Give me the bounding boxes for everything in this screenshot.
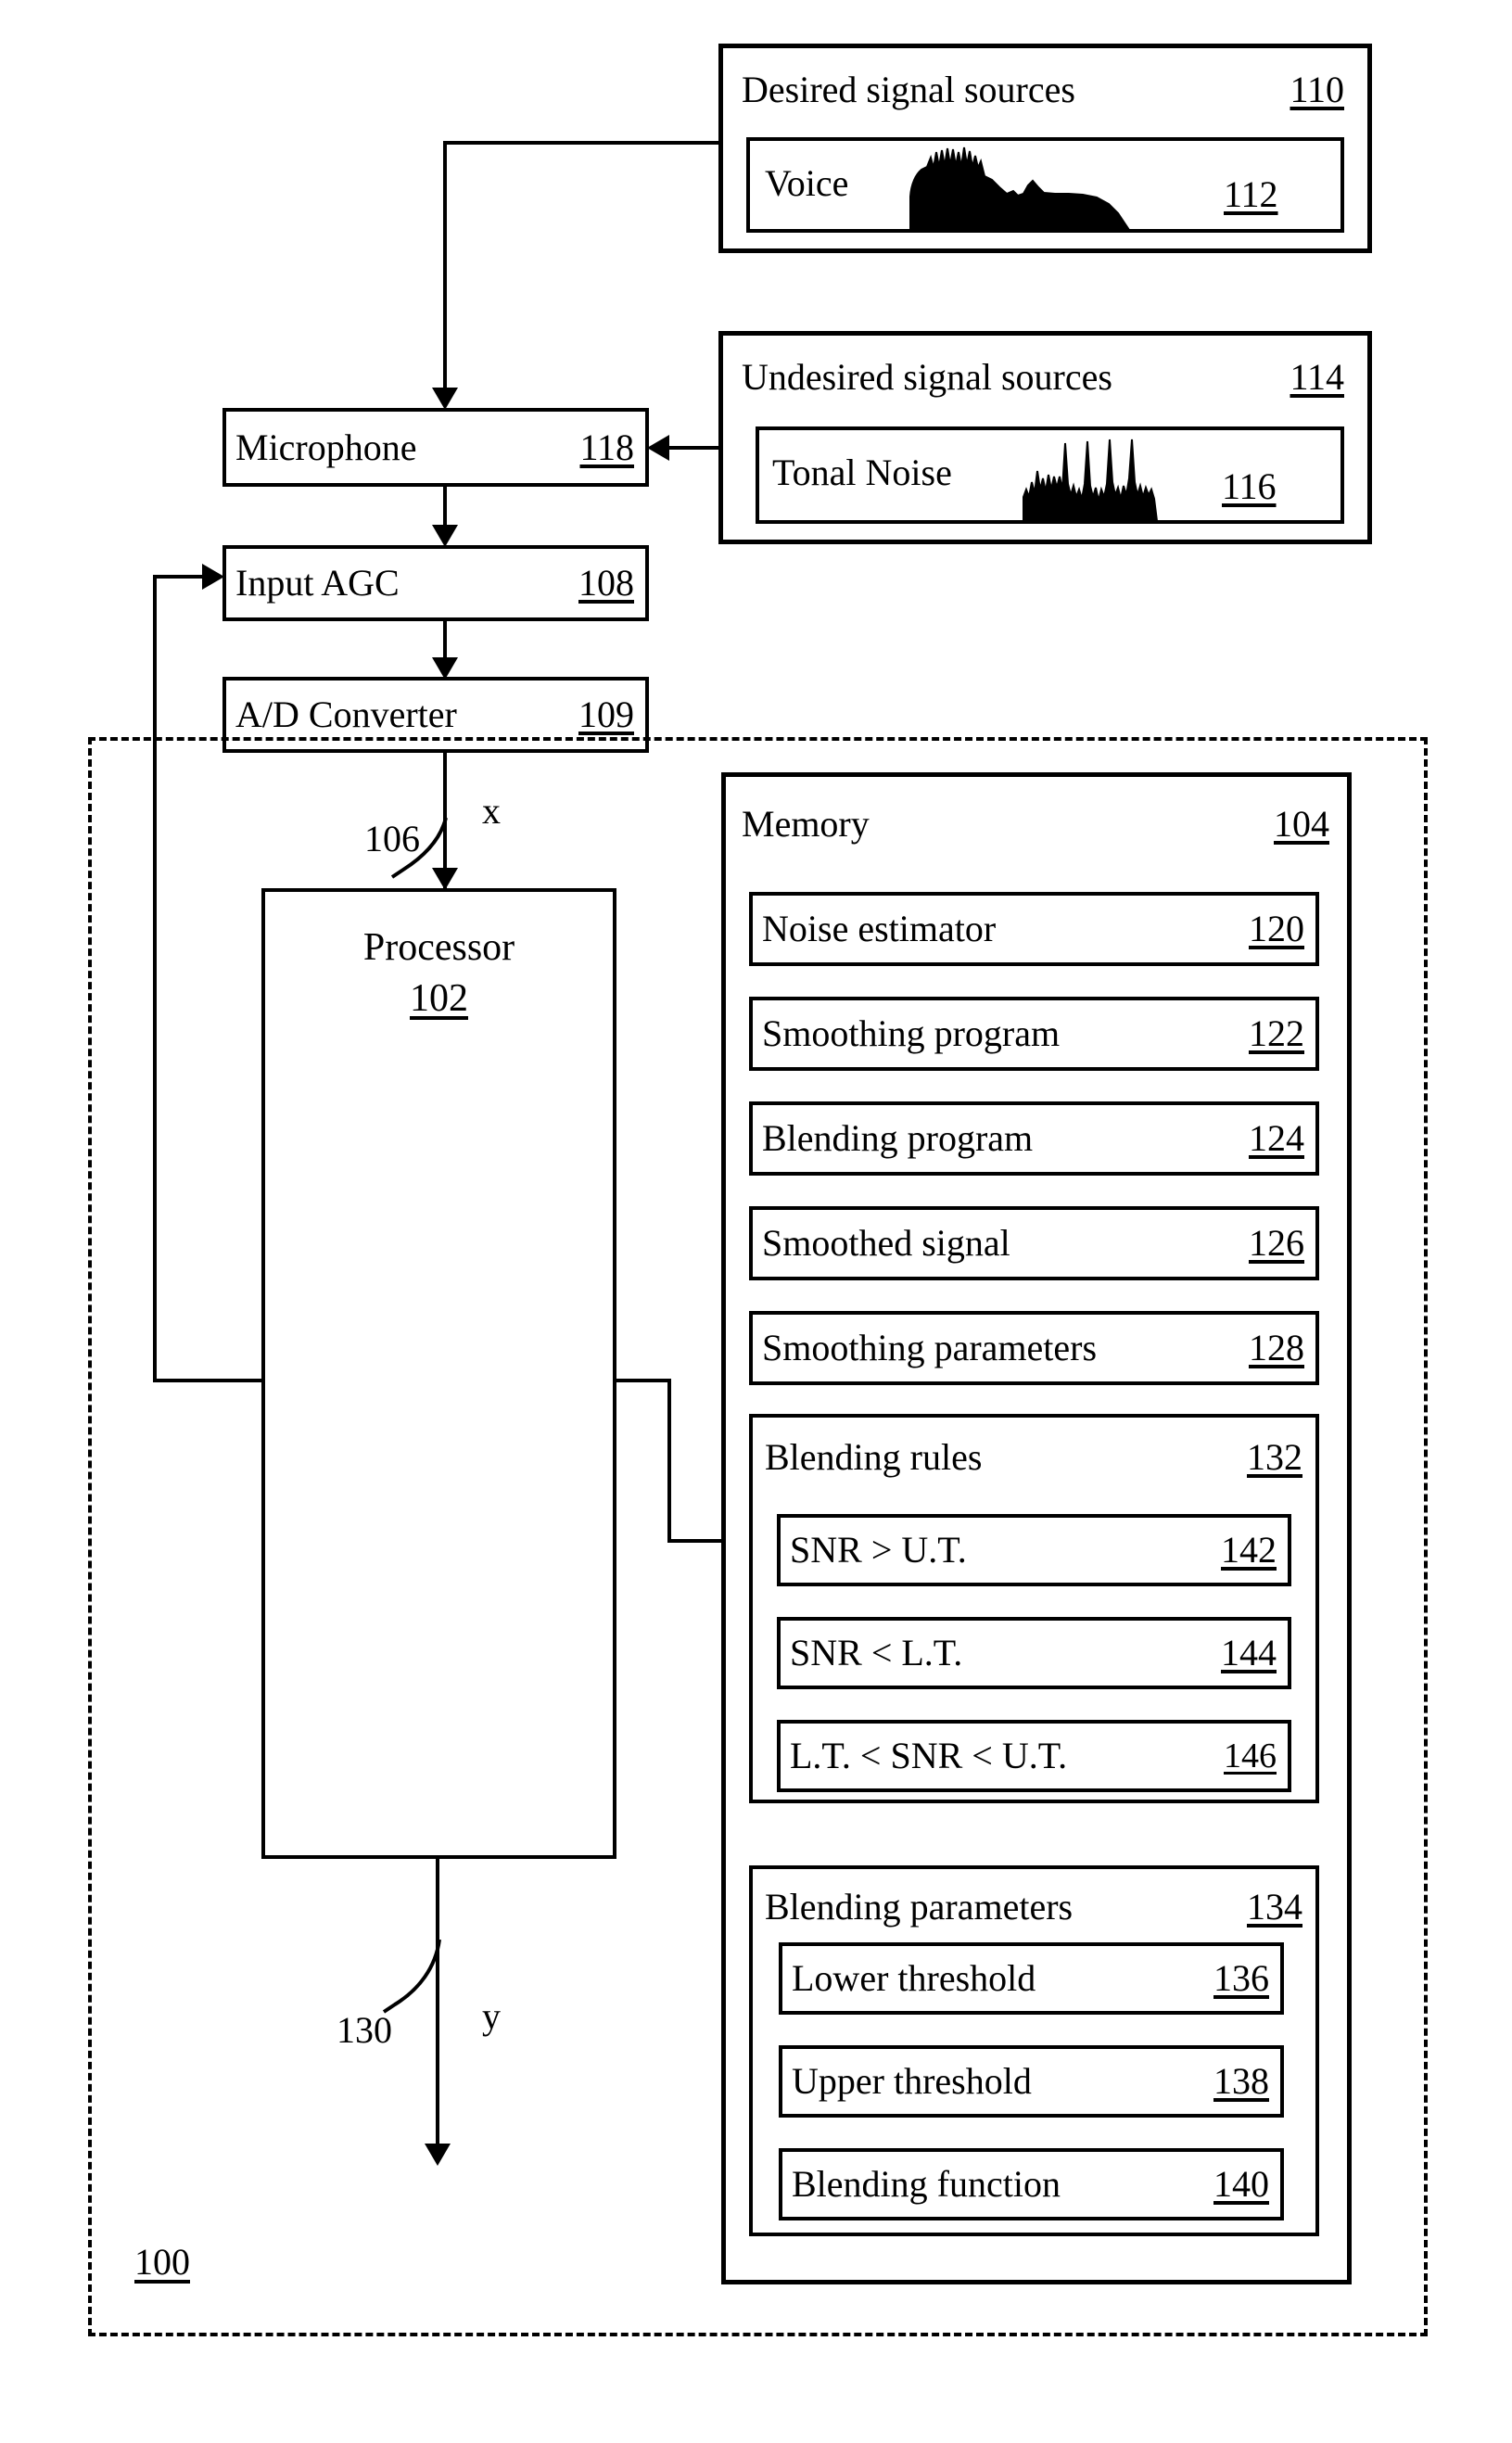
arrow-undesired-to-mic (647, 435, 669, 461)
signal-out-label: y (482, 1995, 501, 2037)
memory-item-ref: 126 (1249, 1222, 1304, 1264)
voice-ref: 112 (1224, 173, 1278, 215)
connector-processor-to-memory-seg2 (667, 1379, 671, 1543)
blending-rule-ref: 144 (1221, 1632, 1277, 1673)
processor-label: Processor (362, 926, 515, 969)
blending-parameter-blending-function: Blending function 140 (779, 2148, 1284, 2220)
blending-parameters-title: Blending parameters (765, 1886, 1074, 1928)
blending-rules-title: Blending rules (765, 1436, 983, 1478)
blending-rule-lt-lt-snr-lt-ut: L.T. < SNR < U.T. 146 (777, 1720, 1291, 1792)
memory-item-label: Smoothing program (762, 1012, 1061, 1054)
connector-desired-to-mic-vertical (443, 141, 447, 393)
ad-converter-ref: 109 (578, 693, 634, 735)
processor-box: Processor 102 (261, 888, 616, 1859)
connector-feedback-horizontal-top (153, 575, 204, 579)
memory-item-smoothed-signal: Smoothed signal 126 (749, 1206, 1319, 1280)
microphone-ref: 118 (579, 426, 634, 468)
voice-spectrum-icon (909, 146, 1131, 231)
blending-rule-label: SNR < L.T. (790, 1632, 963, 1673)
memory-header: Memory 104 (742, 802, 1329, 846)
system-ref: 100 (134, 2241, 190, 2283)
blending-parameter-ref: 136 (1213, 1957, 1269, 1999)
processor-ref: 102 (410, 976, 468, 1020)
arrow-mic-to-agc (432, 525, 458, 547)
blending-parameter-label: Lower threshold (792, 1957, 1036, 1999)
undesired-signal-sources-header: Undesired signal sources 114 (742, 354, 1344, 401)
arrow-feedback-to-agc (202, 564, 224, 590)
blending-rule-ref: 142 (1221, 1529, 1277, 1571)
memory-item-ref: 124 (1249, 1117, 1304, 1159)
connector-feedback-vertical (153, 575, 157, 1382)
memory-item-smoothing-parameters: Smoothing parameters 128 (749, 1311, 1319, 1385)
input-agc-box: Input AGC 108 (222, 545, 649, 621)
memory-item-label: Smoothed signal (762, 1222, 1010, 1264)
ad-converter-label: A/D Converter (235, 693, 457, 735)
blending-rule-snr-lt-lt: SNR < L.T. 144 (777, 1617, 1291, 1689)
signal-out-ref: 130 (337, 2009, 392, 2051)
desired-signal-sources-ref: 110 (1290, 69, 1344, 110)
signal-in-label: x (482, 790, 501, 832)
blending-parameter-upper-threshold: Upper threshold 138 (779, 2045, 1284, 2118)
memory-item-noise-estimator: Noise estimator 120 (749, 892, 1319, 966)
memory-item-blending-program: Blending program 124 (749, 1101, 1319, 1176)
desired-signal-sources-header: Desired signal sources 110 (742, 67, 1344, 113)
memory-item-smoothing-program: Smoothing program 122 (749, 997, 1319, 1071)
undesired-signal-sources-ref: 114 (1290, 356, 1344, 398)
input-agc-ref: 108 (578, 562, 634, 604)
connector-processor-to-memory-seg1 (614, 1379, 671, 1382)
blending-rule-label: SNR > U.T. (790, 1529, 967, 1571)
memory-item-ref: 120 (1249, 908, 1304, 949)
blending-rules-ref: 132 (1247, 1436, 1302, 1478)
memory-item-ref: 122 (1249, 1012, 1304, 1054)
input-agc-label: Input AGC (235, 562, 400, 604)
memory-item-label: Smoothing parameters (762, 1327, 1098, 1368)
blending-parameter-ref: 138 (1213, 2060, 1269, 2102)
microphone-label: Microphone (235, 426, 417, 468)
memory-title: Memory (742, 803, 870, 845)
arrow-processor-output (425, 2144, 451, 2166)
memory-item-ref: 128 (1249, 1327, 1304, 1368)
blending-rule-label: L.T. < SNR < U.T. (790, 1735, 1068, 1776)
microphone-box: Microphone 118 (222, 408, 649, 487)
connector-desired-to-mic-horizontal (443, 141, 721, 145)
patent-figure-canvas: Desired signal sources 110 Voice 112 Und… (0, 0, 1512, 2443)
tonal-noise-spectrum-icon (1023, 439, 1159, 522)
blending-parameters-header: Blending parameters 134 (765, 1885, 1302, 1929)
connector-feedback-horizontal-bottom (153, 1379, 264, 1382)
blending-rule-ref: 146 (1224, 1737, 1277, 1775)
memory-item-label: Blending program (762, 1117, 1034, 1159)
memory-item-label: Noise estimator (762, 908, 997, 949)
desired-signal-sources-title: Desired signal sources (742, 69, 1075, 110)
connector-processor-to-memory-seg3 (667, 1539, 725, 1543)
undesired-signal-sources-title: Undesired signal sources (742, 356, 1112, 398)
memory-ref: 104 (1274, 803, 1329, 845)
blending-parameter-ref: 140 (1213, 2163, 1269, 2205)
connector-mic-to-agc (443, 487, 447, 530)
voice-label: Voice (765, 162, 849, 204)
arrow-desired-to-mic (432, 388, 458, 410)
signal-in-ref: 106 (364, 818, 420, 859)
tonal-noise-label: Tonal Noise (772, 452, 952, 493)
blending-parameter-label: Upper threshold (792, 2060, 1032, 2102)
blending-parameters-ref: 134 (1247, 1886, 1302, 1928)
blending-parameter-label: Blending function (792, 2163, 1061, 2205)
blending-rule-snr-gt-ut: SNR > U.T. 142 (777, 1514, 1291, 1586)
tonal-noise-ref: 116 (1222, 465, 1277, 507)
blending-rules-header: Blending rules 132 (765, 1435, 1302, 1480)
blending-parameter-lower-threshold: Lower threshold 136 (779, 1942, 1284, 2015)
